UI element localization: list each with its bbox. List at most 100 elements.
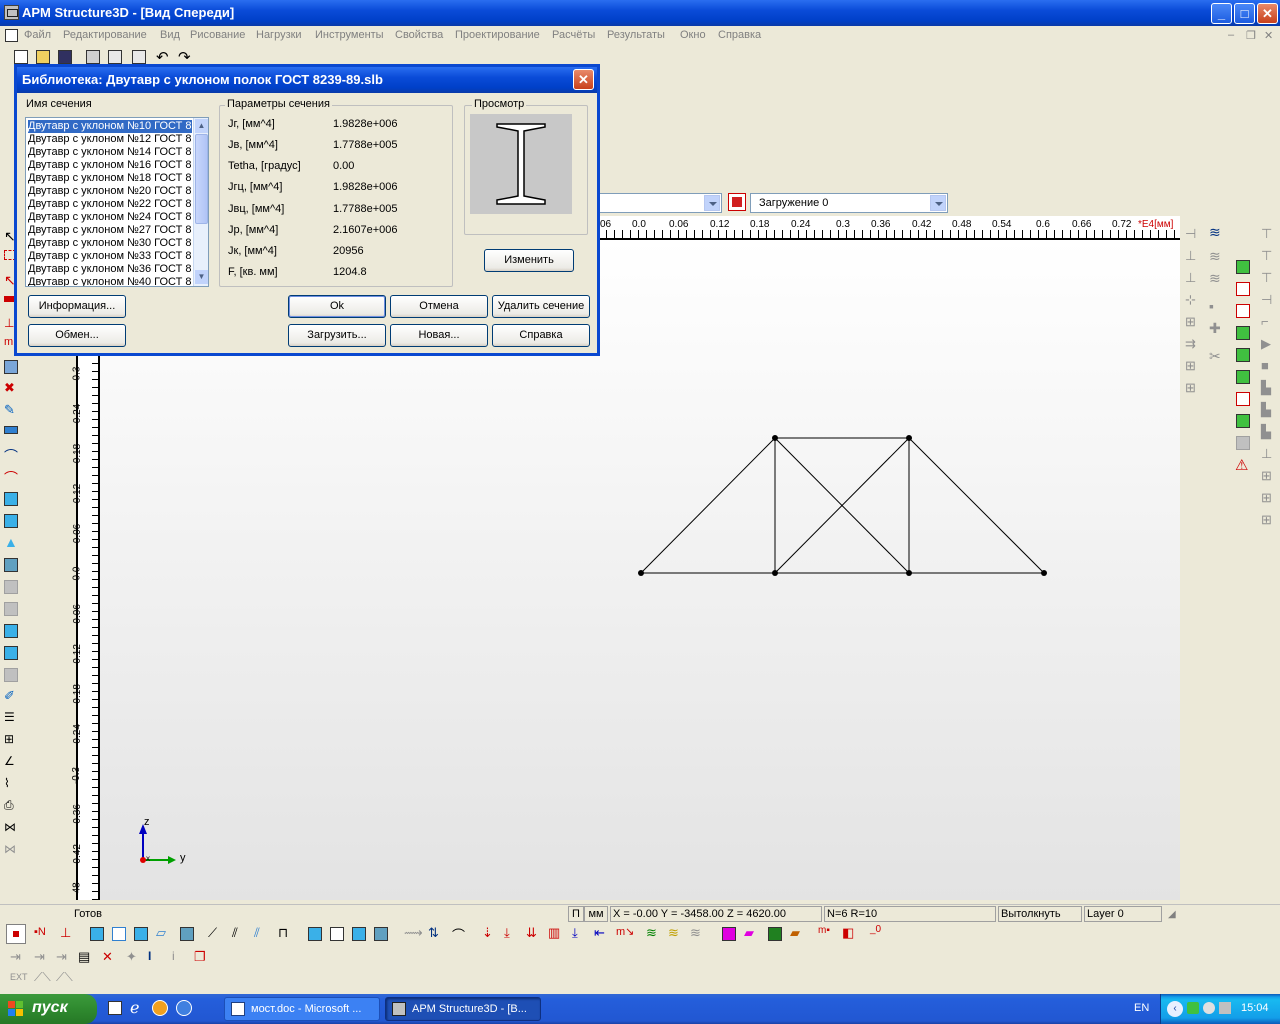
list-item[interactable]: Двутавр с уклоном №14 ГОСТ 8 xyxy=(28,146,192,159)
scroll-up-icon[interactable]: ▲ xyxy=(195,119,208,133)
menu-calculations[interactable]: Расчёты xyxy=(552,29,595,41)
section-listbox[interactable]: Двутавр с уклоном №10 ГОСТ 8 Двутавр с у… xyxy=(25,117,209,287)
plate-icon[interactable] xyxy=(4,492,18,506)
info-button[interactable]: Информация... xyxy=(28,295,126,318)
change-button[interactable]: Изменить xyxy=(484,249,574,272)
dialog-close-button[interactable]: ✕ xyxy=(573,69,594,90)
list-item[interactable]: Двутавр с уклоном №30 ГОСТ 8 xyxy=(28,237,192,250)
tray-app-icon[interactable] xyxy=(1187,1002,1199,1014)
trim-icon[interactable]: ⌇ xyxy=(4,776,10,790)
list-item[interactable]: Двутавр с уклоном №16 ГОСТ 8 xyxy=(28,159,192,172)
view-top-icon[interactable] xyxy=(1236,304,1250,318)
close-button[interactable]: ✕ xyxy=(1257,3,1278,24)
language-indicator[interactable]: EN xyxy=(1134,1002,1149,1014)
view-3d-red-icon[interactable] xyxy=(1236,392,1250,406)
ok-button[interactable]: Ok xyxy=(288,295,386,318)
node[interactable] xyxy=(906,570,912,576)
delete-section-button[interactable]: Удалить сечение xyxy=(492,295,590,318)
menu-view[interactable]: Вид xyxy=(160,29,180,41)
solid-outline-icon[interactable] xyxy=(330,927,344,941)
solid-mesh-mode-icon[interactable] xyxy=(374,927,388,941)
magenta-tool-icon[interactable] xyxy=(722,927,736,941)
left-diagonal[interactable] xyxy=(640,437,776,574)
view-side-icon[interactable] xyxy=(1236,282,1250,296)
save-icon[interactable] xyxy=(58,50,72,64)
menu-design[interactable]: Проектирование xyxy=(455,29,540,41)
align-icon[interactable]: ☰ xyxy=(4,710,15,724)
tray-volume-icon[interactable] xyxy=(1219,1002,1231,1014)
mass-load-icon[interactable]: m↘ xyxy=(616,925,634,938)
distributed-load-icon[interactable]: ⇊ xyxy=(526,925,537,941)
node[interactable] xyxy=(906,435,912,441)
plate-outline-icon[interactable] xyxy=(112,927,126,941)
scroll-thumb[interactable] xyxy=(195,134,208,224)
rod-icon[interactable]: ⟋ xyxy=(208,925,217,941)
load-button[interactable]: Загрузить... xyxy=(288,324,386,347)
mass-icon[interactable]: m xyxy=(4,336,13,348)
shell-mode-icon[interactable] xyxy=(134,927,148,941)
help-button[interactable]: Справка xyxy=(492,324,590,347)
frame-icon[interactable]: ⊓ xyxy=(278,925,288,941)
menu-tools[interactable]: Инструменты xyxy=(315,29,384,41)
list-item[interactable]: Двутавр с уклоном №10 ГОСТ 8 xyxy=(28,120,192,133)
start-button[interactable]: пуск xyxy=(0,994,97,1024)
view-3d-icon[interactable] xyxy=(1236,370,1250,384)
list-scrollbar[interactable]: ▲ ▼ xyxy=(193,118,208,286)
print-tool-icon[interactable]: ⎙ xyxy=(4,798,14,813)
list-item[interactable]: Двутавр с уклоном №18 ГОСТ 8 xyxy=(28,172,192,185)
info-tool-icon[interactable]: I xyxy=(148,949,151,963)
layers-yellow-icon[interactable]: ≋ xyxy=(668,925,679,941)
copy-red-icon[interactable]: ❐ xyxy=(194,949,206,965)
red-box-icon[interactable]: ◧ xyxy=(842,925,854,941)
menu-draw[interactable]: Рисование xyxy=(190,29,245,41)
mdi-close-icon[interactable]: ✕ xyxy=(1264,29,1273,42)
table-edit-icon[interactable]: ▤ xyxy=(78,949,90,965)
load-case-combo[interactable]: Загружение 0 xyxy=(750,193,948,213)
list-item[interactable]: Двутавр с уклоном №33 ГОСТ 8 xyxy=(28,250,192,263)
task-word[interactable]: мост.doc - Microsoft ... xyxy=(224,997,380,1021)
arc-icon[interactable]: ⌒ xyxy=(4,446,18,466)
cancel-button[interactable]: Отмена xyxy=(390,295,488,318)
quicklaunch-app-icon[interactable] xyxy=(176,1000,192,1016)
zero-level-icon[interactable]: _0 xyxy=(870,924,881,935)
mesh-mode-icon[interactable] xyxy=(180,927,194,941)
triangle-icon[interactable]: ▲ xyxy=(4,534,18,550)
list-item[interactable]: Двутавр с уклоном №27 ГОСТ 8 xyxy=(28,224,192,237)
solid-icon[interactable] xyxy=(4,624,18,638)
new-file-icon[interactable] xyxy=(14,50,28,64)
list-item[interactable]: Двутавр с уклоном №40 ГОСТ 8 xyxy=(28,276,192,286)
force-node-icon[interactable]: ⤓ xyxy=(504,925,510,941)
list-item[interactable]: Двутавр с уклоном №24 ГОСТ 8 xyxy=(28,211,192,224)
magenta-plane-icon[interactable]: ▰ xyxy=(744,925,754,941)
layers-green-icon[interactable]: ≋ xyxy=(646,925,657,941)
support-icon[interactable]: ⊥ xyxy=(4,316,14,330)
force-icon[interactable]: ⇣ xyxy=(482,925,493,941)
curve-icon[interactable]: ⌒ xyxy=(4,468,18,488)
right-diagonal[interactable] xyxy=(908,437,1045,574)
beam-icon[interactable] xyxy=(4,426,18,434)
view-combo[interactable] xyxy=(596,193,722,213)
pressure-icon[interactable]: ▥ xyxy=(548,925,560,941)
mass-red-icon[interactable]: m▪ xyxy=(818,925,830,936)
scroll-down-icon[interactable]: ▼ xyxy=(195,270,208,284)
status-mode-1[interactable]: П xyxy=(568,906,584,922)
list-item[interactable]: Двутавр с уклоном №12 ГОСТ 8 xyxy=(28,133,192,146)
angle-icon[interactable]: ∠ xyxy=(4,754,15,768)
view-front-icon[interactable] xyxy=(1236,260,1250,274)
tray-network-icon[interactable] xyxy=(1203,1002,1215,1014)
node[interactable] xyxy=(1041,570,1047,576)
minimize-button[interactable]: _ xyxy=(1211,3,1232,24)
menu-properties[interactable]: Свойства xyxy=(395,29,443,41)
mesh-icon[interactable] xyxy=(4,558,18,572)
rod-double-icon[interactable]: ⫽ xyxy=(232,925,238,941)
clock[interactable]: 15:04 xyxy=(1241,1002,1269,1014)
mdi-restore-icon[interactable]: ❐ xyxy=(1246,29,1256,42)
support-mode-icon[interactable]: ⊥ xyxy=(60,925,71,941)
quicklaunch-media-icon[interactable] xyxy=(152,1000,168,1016)
edit-icon[interactable]: ✎ xyxy=(4,402,15,418)
quicklaunch-desktop-icon[interactable] xyxy=(108,1001,122,1015)
layers-icon[interactable]: ≋ xyxy=(1209,224,1221,241)
menu-results[interactable]: Результаты xyxy=(607,29,665,41)
delete-load-icon[interactable]: ✕ xyxy=(102,949,113,965)
delete-node-icon[interactable]: ✖ xyxy=(4,380,15,396)
